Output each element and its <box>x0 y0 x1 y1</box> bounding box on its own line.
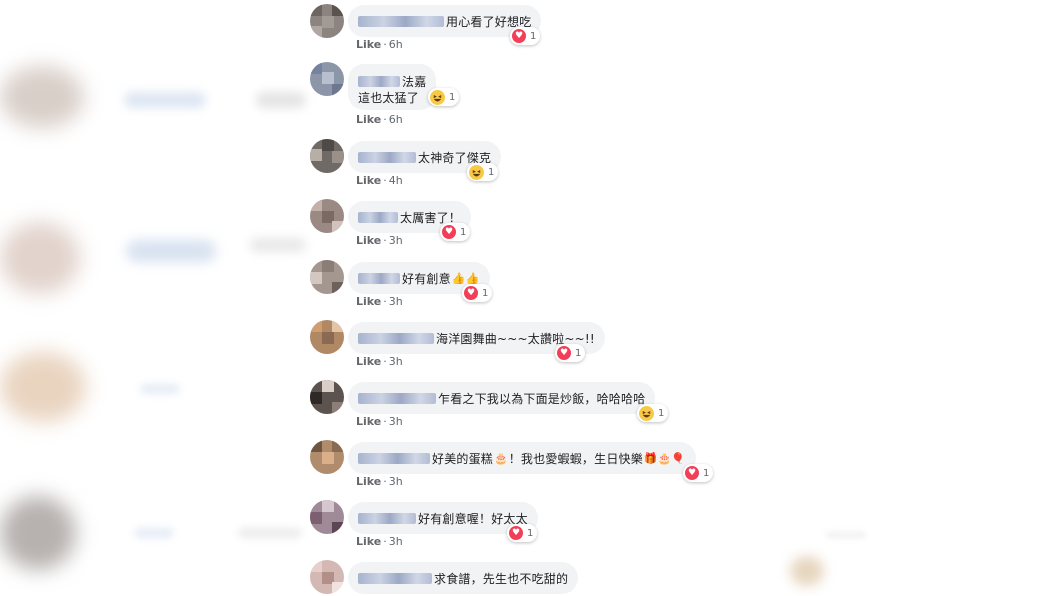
avatar[interactable] <box>310 62 344 96</box>
like-link[interactable]: Like <box>356 535 381 548</box>
reaction-count[interactable]: ♥ 1 <box>507 524 538 542</box>
cake-icon: 🎂 <box>494 451 508 465</box>
heart-icon: ♥ <box>509 526 523 540</box>
comment-bubble: 求食譜，先生也不吃甜的 <box>348 562 579 594</box>
commenter-name[interactable] <box>358 151 416 163</box>
timestamp[interactable]: 6h <box>389 38 403 51</box>
haha-icon <box>430 89 445 105</box>
heart-icon: ♥ <box>557 346 571 360</box>
reaction-count[interactable]: 1 <box>637 404 669 422</box>
like-link[interactable]: Like <box>356 234 381 247</box>
commenter-name[interactable] <box>358 332 434 344</box>
comment-bubble: 好美的蛋糕 🎂 ！我也愛蝦蝦，生日快樂 🎁🎂🎈 <box>348 442 697 474</box>
comment-item: 海洋園舞曲~~~太讚啦~~!! ♥ 1 Like · 3h <box>0 318 1060 378</box>
commenter-name[interactable] <box>358 272 400 284</box>
comment-item: 太厲害了！ ♥ 1 Like · 3h <box>0 197 1060 257</box>
like-link[interactable]: Like <box>356 38 381 51</box>
reaction-count[interactable]: ♥ 1 <box>683 464 714 482</box>
commenter-name[interactable] <box>358 15 444 27</box>
avatar[interactable] <box>310 4 344 38</box>
comment-text: 乍看之下我以為下面是炒飯，哈哈哈哈 <box>438 391 646 406</box>
timestamp[interactable]: 4h <box>389 174 403 187</box>
avatar[interactable] <box>310 380 344 414</box>
commenter-name[interactable] <box>358 572 432 584</box>
comment-text-line: 法嘉 <box>402 74 427 89</box>
reaction-count[interactable]: ♥ 1 <box>440 223 471 241</box>
haha-icon <box>469 164 484 180</box>
comment-item: 好有創意喔！好太太 ♥ 1 Like · 3h <box>0 498 1060 558</box>
reaction-count[interactable]: ♥ 1 <box>510 27 541 45</box>
avatar[interactable] <box>310 320 344 354</box>
reaction-count[interactable]: 1 <box>467 163 499 181</box>
comment-item: 乍看之下我以為下面是炒飯，哈哈哈哈 1 Like · 3h <box>0 378 1060 438</box>
like-link[interactable]: Like <box>356 174 381 187</box>
comment-bubble: 乍看之下我以為下面是炒飯，哈哈哈哈 <box>348 382 656 414</box>
comment-text-line: 這也太猛了 <box>358 90 420 105</box>
timestamp[interactable]: 3h <box>389 355 403 368</box>
like-link[interactable]: Like <box>356 475 381 488</box>
comment-text: ！我也愛蝦蝦，生日快樂 <box>508 451 643 466</box>
commenter-name[interactable] <box>358 392 436 404</box>
comment-text: 求食譜，先生也不吃甜的 <box>434 571 569 586</box>
comment-meta: Like · 3h <box>356 355 403 368</box>
like-link[interactable]: Like <box>356 355 381 368</box>
reaction-count[interactable]: ♥ 1 <box>555 344 586 362</box>
comment-text: 好有創意 <box>402 271 451 286</box>
commenter-name[interactable] <box>358 452 430 464</box>
heart-icon: ♥ <box>685 466 699 480</box>
reaction-count[interactable]: 1 <box>428 88 460 106</box>
timestamp[interactable]: 3h <box>389 475 403 488</box>
comment-item: 法嘉 這也太猛了 1 Like · 6h <box>0 62 1060 126</box>
avatar[interactable] <box>310 440 344 474</box>
comment-item: 太神奇了傑克 1 Like · 4h <box>0 137 1060 197</box>
avatar[interactable] <box>310 199 344 233</box>
timestamp[interactable]: 3h <box>389 415 403 428</box>
commenter-name[interactable] <box>358 75 400 87</box>
avatar[interactable] <box>310 139 344 173</box>
timestamp[interactable]: 6h <box>389 113 403 126</box>
like-link[interactable]: Like <box>356 415 381 428</box>
commenter-name[interactable] <box>358 512 416 524</box>
commenter-name[interactable] <box>358 211 398 223</box>
timestamp[interactable]: 3h <box>389 535 403 548</box>
comment-item: 求食譜，先生也不吃甜的 <box>0 558 1060 596</box>
comment-bubble: 法嘉 這也太猛了 <box>348 64 437 110</box>
comment-meta: Like · 3h <box>356 535 403 548</box>
comment-meta: Like · 3h <box>356 295 403 308</box>
comment-meta: Like · 3h <box>356 475 403 488</box>
avatar[interactable] <box>310 560 344 594</box>
timestamp[interactable]: 3h <box>389 295 403 308</box>
comment-meta: Like · 3h <box>356 234 403 247</box>
timestamp[interactable]: 3h <box>389 234 403 247</box>
reaction-count[interactable]: ♥ 1 <box>462 284 493 302</box>
comment-text: 好美的蛋糕 <box>432 451 494 466</box>
gift-cake-balloon-icon: 🎁🎂🎈 <box>643 451 686 465</box>
comment-item: 好有創意 👍👍 ♥ 1 Like · 3h <box>0 258 1060 318</box>
heart-icon: ♥ <box>464 286 478 300</box>
comment-item: 好美的蛋糕 🎂 ！我也愛蝦蝦，生日快樂 🎁🎂🎈 ♥ 1 Like · 3h <box>0 438 1060 498</box>
comment-meta: Like · 6h <box>356 113 403 126</box>
like-link[interactable]: Like <box>356 295 381 308</box>
heart-icon: ♥ <box>512 29 526 43</box>
comment-meta: Like · 3h <box>356 415 403 428</box>
thumbs-up-icon: 👍👍 <box>451 271 480 285</box>
avatar[interactable] <box>310 260 344 294</box>
comment-meta: Like · 6h <box>356 38 403 51</box>
comment-item: 用心看了好想吃 ♥ 1 Like · 6h <box>0 4 1060 64</box>
comment-meta: Like · 4h <box>356 174 403 187</box>
like-link[interactable]: Like <box>356 113 381 126</box>
avatar[interactable] <box>310 500 344 534</box>
haha-icon <box>639 405 654 421</box>
heart-icon: ♥ <box>442 225 456 239</box>
